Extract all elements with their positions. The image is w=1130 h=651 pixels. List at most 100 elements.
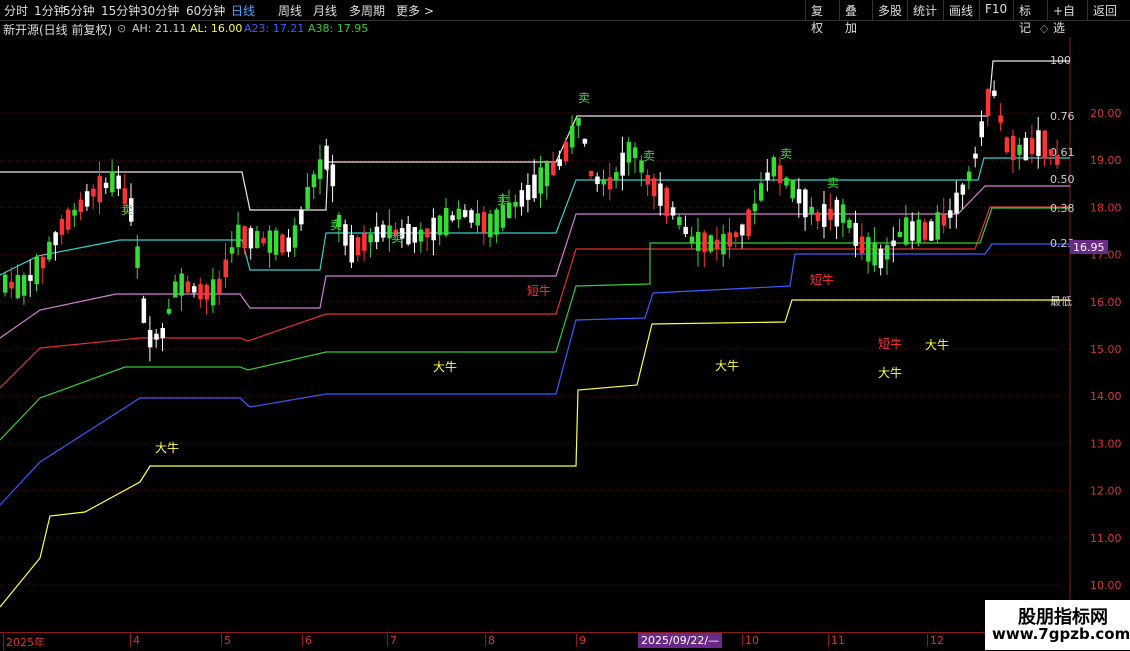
candle-body: [570, 125, 575, 148]
period-tab[interactable]: 日线: [231, 2, 255, 19]
candle-body: [551, 162, 556, 176]
candle-body: [992, 90, 997, 96]
candle-body: [645, 174, 651, 185]
candle-body: [217, 278, 222, 294]
candle-body: [664, 188, 669, 217]
toolbar-button[interactable]: +自选: [1047, 0, 1087, 35]
period-tab[interactable]: 周线: [278, 2, 302, 19]
level-label: 最低: [1050, 295, 1072, 308]
period-tab[interactable]: 5分钟: [63, 2, 95, 19]
x-tick-label: 6: [302, 634, 312, 647]
toolbar-button[interactable]: 画线: [943, 0, 979, 20]
candle-body: [847, 219, 852, 229]
stock-title: 新开源(日线 前复权): [3, 23, 113, 37]
candle-body: [696, 231, 701, 251]
x-tick-label: 4: [130, 634, 140, 647]
candle-body: [280, 234, 285, 253]
candle-body: [563, 141, 569, 162]
candle-body: [815, 212, 821, 222]
settings-icon[interactable]: ⊙: [117, 22, 126, 35]
candle-body: [626, 141, 632, 163]
candle-body: [500, 204, 506, 228]
candlestick-chart: 1000.760.610.500.380.23最低卖卖卖卖卖卖 卖卖大牛大牛大牛大…: [0, 37, 1122, 632]
y-tick-label: 18.00: [1090, 201, 1122, 214]
period-tab[interactable]: 多周期: [349, 2, 385, 19]
y-tick-label: 12.00: [1090, 485, 1122, 498]
candle-body: [47, 241, 52, 260]
y-tick-label: 20.00: [1090, 107, 1122, 120]
period-tab[interactable]: 1分钟: [34, 2, 66, 19]
candle-body: [154, 333, 159, 340]
candle-body: [204, 285, 210, 300]
candle-body: [614, 172, 619, 180]
candle-body: [588, 170, 594, 176]
period-tab[interactable]: 30分钟: [140, 2, 179, 19]
signal-annotation: 短牛: [527, 283, 551, 298]
candle-body: [418, 229, 424, 242]
candle-body: [192, 286, 197, 293]
candle-body: [557, 159, 562, 167]
toolbar-button[interactable]: 统计: [907, 0, 943, 20]
candle-body: [292, 225, 298, 248]
candle-body: [267, 230, 273, 253]
candle-body: [922, 222, 928, 240]
al-value: AL: 16.00: [190, 22, 243, 35]
candle-body: [236, 224, 241, 248]
candle-body: [784, 177, 789, 186]
candle-body: [261, 237, 266, 244]
x-tick-label: 12: [927, 634, 944, 647]
candle-body: [809, 206, 814, 215]
level-label: 0.61: [1050, 146, 1075, 159]
candle-body: [759, 183, 764, 201]
candle-body: [966, 171, 972, 181]
candle-body: [576, 117, 581, 126]
toolbar-button[interactable]: 标记: [1013, 0, 1047, 35]
candle-body: [651, 178, 657, 197]
candle-body: [40, 256, 46, 269]
signal-annotation: 卖: [497, 193, 509, 207]
period-tab[interactable]: 更多 >: [396, 2, 434, 19]
candle-body: [607, 177, 613, 190]
candle-body: [519, 190, 525, 207]
candle-body: [21, 275, 27, 296]
signal-annotation: 卖: [391, 231, 403, 245]
candle-body: [147, 329, 153, 348]
signal-annotation: 卖: [643, 149, 655, 163]
period-tab[interactable]: 60分钟: [186, 2, 225, 19]
toolbar-button[interactable]: 叠加: [839, 0, 872, 35]
candle-body: [135, 246, 140, 268]
toolbar-button[interactable]: 多股: [872, 0, 907, 20]
candle-body: [582, 138, 588, 144]
toolbar-button[interactable]: 复权: [805, 0, 839, 35]
x-tick-label: 8: [485, 634, 495, 647]
period-tab[interactable]: 15分钟: [101, 2, 140, 19]
candle-body: [790, 179, 795, 199]
toolbar-button[interactable]: 返回: [1087, 0, 1130, 20]
period-tab[interactable]: 月线: [313, 2, 337, 19]
signal-annotation: 大牛: [925, 337, 949, 352]
signal-annotation: 大牛: [433, 359, 457, 374]
candle-body: [368, 234, 373, 243]
level-label: 0.76: [1050, 110, 1075, 123]
candle-body: [3, 274, 8, 293]
candle-body: [752, 203, 758, 212]
signal-annotation: 卖: [780, 147, 792, 161]
candle-body: [324, 145, 329, 170]
candle-body: [1011, 135, 1016, 161]
candle-body: [777, 165, 783, 184]
candle-body: [840, 204, 846, 223]
candle-body: [374, 226, 380, 243]
y-tick-label: 10.00: [1090, 579, 1122, 592]
current-price-label: 16.95: [1073, 241, 1105, 254]
x-tick-label: 10: [742, 634, 759, 647]
candle-body: [670, 207, 676, 216]
y-tick-label: 11.00: [1090, 532, 1122, 545]
candle-body: [708, 235, 714, 252]
toolbar-button[interactable]: F10: [979, 0, 1013, 20]
period-tab[interactable]: 分时: [4, 2, 28, 19]
candle-body: [355, 237, 361, 256]
a23-value: A23: 17.21: [244, 22, 305, 35]
date-cursor-label: 2025/09/22/—: [638, 633, 723, 648]
candle-body: [450, 215, 455, 221]
a38-value: A38: 17.95: [308, 22, 369, 35]
